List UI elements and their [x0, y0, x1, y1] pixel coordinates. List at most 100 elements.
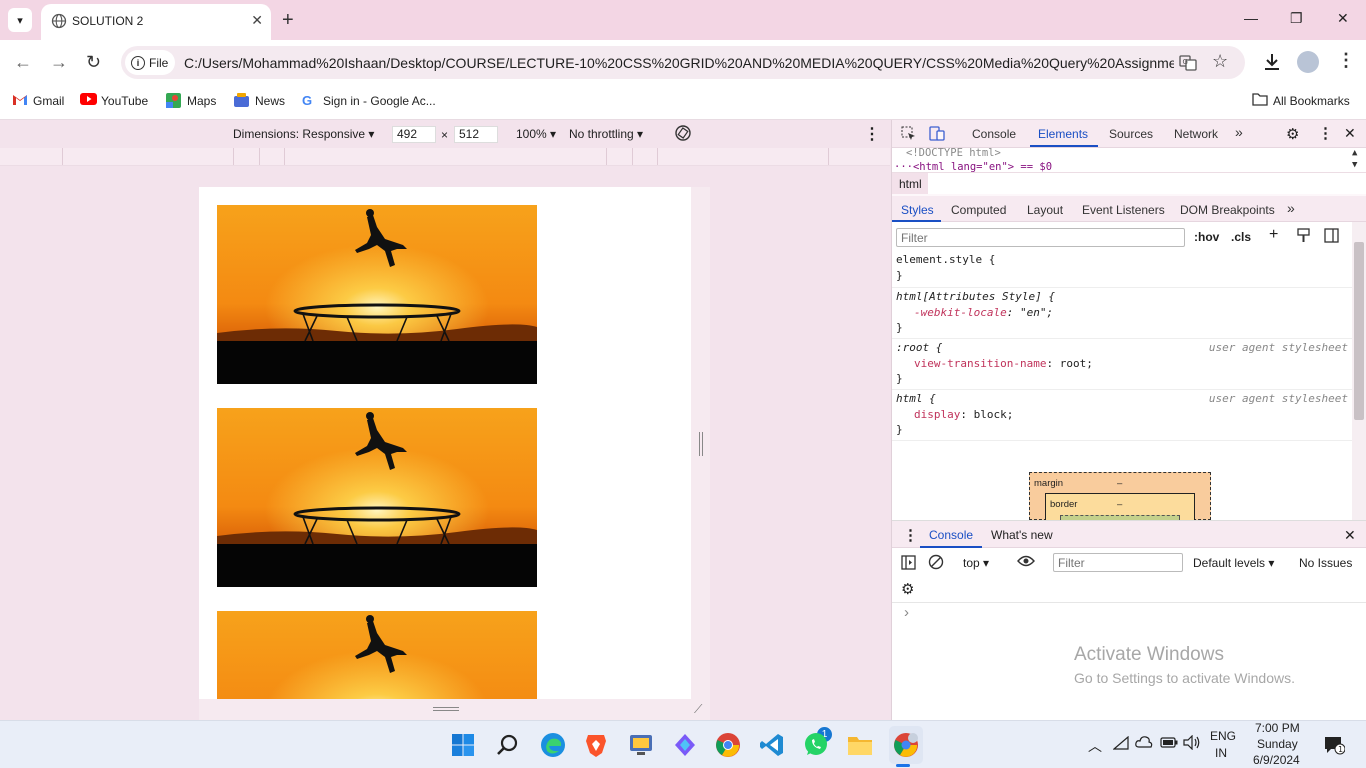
scroll-up-arrow-icon[interactable]: ▲	[1352, 148, 1357, 158]
paint-icon[interactable]	[1297, 228, 1310, 246]
bookmark-maps[interactable]: Maps	[166, 93, 216, 108]
reload-icon[interactable]: ↻	[86, 53, 101, 71]
property-name[interactable]: display	[914, 408, 960, 421]
drawer-tab-console[interactable]: Console	[929, 528, 973, 542]
chevron-up-icon[interactable]: ︿	[1088, 736, 1102, 756]
address-bar[interactable]: i File C:/Users/Mohammad%20Ishaan/Deskto…	[121, 46, 1245, 79]
console-filter-input[interactable]	[1053, 553, 1183, 572]
issues-count[interactable]: No Issues	[1299, 556, 1352, 570]
styles-filter-input[interactable]	[896, 228, 1185, 247]
back-icon[interactable]: ←	[14, 53, 32, 71]
style-rule[interactable]: html { user agent stylesheet display: bl…	[892, 390, 1352, 441]
edge-icon[interactable]	[540, 732, 566, 761]
device-toggle-icon[interactable]	[929, 126, 945, 144]
device-menu-icon[interactable]: ⋮	[864, 124, 880, 144]
more-styles-tabs-icon[interactable]: »	[1287, 200, 1295, 216]
throttling-dropdown[interactable]: No throttling ▾	[569, 127, 643, 141]
tab-elements[interactable]: Elements	[1038, 127, 1088, 141]
cloud-sync-icon[interactable]	[1135, 735, 1153, 752]
volume-icon[interactable]	[1183, 734, 1201, 753]
bookmark-gmail[interactable]: Gmail	[12, 93, 64, 108]
corner-resize-icon[interactable]: ⟋	[694, 702, 702, 717]
property-value[interactable]: "en";	[1020, 306, 1053, 319]
avatar[interactable]	[1297, 51, 1319, 73]
clock-date[interactable]: 6/9/2024	[1253, 753, 1300, 767]
chrome-icon[interactable]	[715, 732, 741, 761]
tab-console[interactable]: Console	[972, 127, 1016, 141]
tab-layout[interactable]: Layout	[1027, 203, 1063, 217]
clock-day[interactable]: Sunday	[1257, 737, 1298, 751]
download-icon[interactable]	[1262, 52, 1282, 75]
breadcrumb-html[interactable]: html	[892, 173, 928, 194]
scroll-down-arrow-icon[interactable]: ▼	[1352, 160, 1357, 170]
context-dropdown[interactable]: top ▾	[963, 556, 989, 570]
windows-start-icon[interactable]	[451, 733, 475, 760]
new-tab-button[interactable]: +	[282, 10, 294, 30]
styles-scrollbar-thumb[interactable]	[1354, 242, 1364, 420]
file-explorer-icon[interactable]	[847, 733, 873, 760]
clock-time[interactable]: 7:00 PM	[1255, 721, 1300, 735]
bookmark-star-icon[interactable]: ☆	[1212, 51, 1228, 72]
tab-event-listeners[interactable]: Event Listeners	[1082, 203, 1165, 217]
cls-toggle[interactable]: .cls	[1231, 230, 1251, 244]
tab-search-button[interactable]: ▾	[8, 8, 32, 32]
restore-button[interactable]: ❐	[1290, 10, 1303, 27]
width-input[interactable]: 492	[392, 126, 436, 143]
close-devtools-icon[interactable]: ✕	[1344, 125, 1356, 142]
tab-computed[interactable]: Computed	[951, 203, 1006, 217]
style-rule[interactable]: html[Attributes Style] { -webkit-locale:…	[892, 288, 1352, 339]
drawer-tab-whats-new[interactable]: What's new	[991, 528, 1053, 542]
tab-styles[interactable]: Styles	[901, 203, 934, 217]
settings-gear-icon[interactable]: ⚙	[1286, 125, 1299, 143]
bookmark-google-signin[interactable]: G Sign in - Google Ac...	[302, 93, 436, 108]
battery-icon[interactable]	[1160, 737, 1178, 751]
drawer-menu-icon[interactable]: ⋮	[903, 526, 918, 544]
brave-icon[interactable]	[585, 732, 607, 761]
tab-close-icon[interactable]: ✕	[251, 12, 263, 29]
search-icon[interactable]	[496, 733, 520, 760]
property-value[interactable]: block;	[974, 408, 1014, 421]
network-icon[interactable]	[1112, 735, 1129, 753]
clear-console-icon[interactable]	[928, 554, 944, 573]
height-resize-handle[interactable]: ⟋	[199, 699, 710, 720]
menu-icon[interactable]: ⋮	[1337, 50, 1355, 71]
width-resize-handle[interactable]	[691, 187, 710, 699]
rotate-icon[interactable]	[674, 124, 692, 145]
all-bookmarks[interactable]: All Bookmarks	[1252, 93, 1350, 108]
style-rule[interactable]: :root { user agent stylesheet view-trans…	[892, 339, 1352, 390]
minimize-button[interactable]: —	[1244, 10, 1258, 26]
translate-icon[interactable]: G	[1179, 54, 1197, 75]
chrome-profile-icon[interactable]	[893, 732, 919, 761]
zoom-dropdown[interactable]: 100% ▾	[516, 127, 556, 141]
new-rule-icon[interactable]: +	[1269, 226, 1278, 244]
style-rule[interactable]: element.style { }	[892, 252, 1352, 288]
property-name[interactable]: -webkit-locale	[914, 306, 1007, 319]
bookmark-news[interactable]: News	[234, 93, 285, 108]
bookmark-youtube[interactable]: YouTube	[80, 93, 148, 108]
language-region[interactable]: IN	[1215, 746, 1227, 760]
language-code[interactable]: ENG	[1210, 729, 1236, 743]
remote-desktop-icon[interactable]	[628, 732, 654, 761]
hov-toggle[interactable]: :hov	[1194, 230, 1219, 244]
site-info-chip[interactable]: i File	[125, 50, 175, 75]
url-text[interactable]: C:/Users/Mohammad%20Ishaan/Desktop/COURS…	[184, 55, 1174, 71]
eye-icon[interactable]	[1017, 554, 1035, 571]
devtools-menu-icon[interactable]: ⋮	[1318, 124, 1333, 142]
sidebar-toggle-icon[interactable]	[1324, 228, 1339, 246]
notification-icon[interactable]: 1	[1323, 735, 1346, 758]
tab-dom-breakpoints[interactable]: DOM Breakpoints	[1180, 203, 1275, 217]
margin-value[interactable]: –	[1117, 478, 1122, 489]
close-window-button[interactable]: ✕	[1337, 10, 1349, 27]
console-settings-gear-icon[interactable]: ⚙	[901, 580, 914, 598]
browser-tab[interactable]: SOLUTION 2 ✕	[41, 4, 271, 40]
more-tabs-icon[interactable]: »	[1235, 124, 1243, 140]
dom-node-doctype[interactable]: <!DOCTYPE html>	[906, 148, 1001, 159]
border-value[interactable]: –	[1117, 499, 1122, 510]
console-sidebar-icon[interactable]	[901, 555, 916, 573]
copilot-icon[interactable]	[672, 732, 698, 761]
forward-icon[interactable]: →	[50, 53, 68, 71]
tab-sources[interactable]: Sources	[1109, 127, 1153, 141]
height-input[interactable]: 512	[454, 126, 498, 143]
property-name[interactable]: view-transition-name	[914, 357, 1046, 370]
console-prompt[interactable]: ›	[904, 604, 909, 621]
